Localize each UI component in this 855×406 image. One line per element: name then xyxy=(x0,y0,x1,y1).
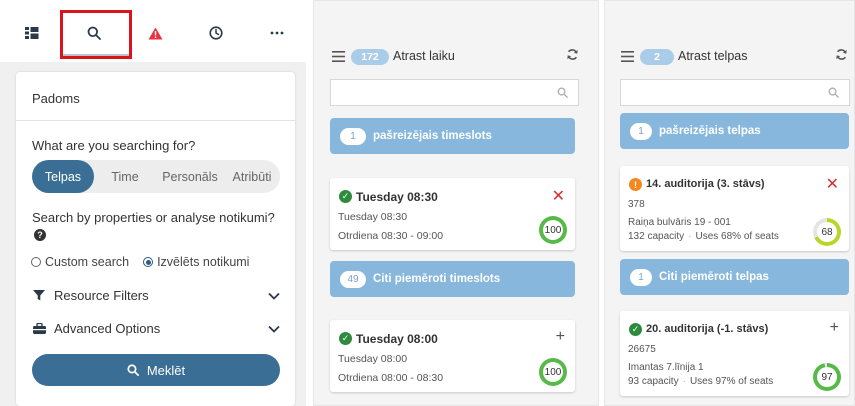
group-label: Citi piemēroti timeslots xyxy=(373,273,501,285)
add-button[interactable]: + xyxy=(830,319,839,337)
time-results-column: 172 Atrast laiku 1 pašreizējais timeslot… xyxy=(313,0,599,406)
timeslot-card[interactable]: ✓ Tuesday 08:30 ✕ Tuesday 08:30 Otrdiena… xyxy=(330,178,575,250)
room-results-column: 2 Atrast telpas 1 pašreizējais telpas ! … xyxy=(604,0,855,406)
search-type-question: What are you searching for? xyxy=(32,138,196,153)
room-capacity: 132 capacity xyxy=(628,231,685,242)
score-ring: 68 xyxy=(813,218,841,246)
selected-events-radio[interactable] xyxy=(143,257,154,267)
room-card[interactable]: ! 14. auditorija (3. stāvs) ✕ 378 Raiņa … xyxy=(620,166,849,251)
more-icon[interactable] xyxy=(263,20,291,46)
warning-icon: ! xyxy=(629,178,642,191)
other-timeslots-group[interactable]: 49 Citi piemēroti timeslots xyxy=(330,261,575,297)
room-code: 26675 xyxy=(628,344,656,355)
room-capacity: 93 capacity xyxy=(628,376,679,387)
card-title: 14. auditorija (3. stāvs) xyxy=(646,178,765,190)
menu-icon[interactable] xyxy=(621,49,634,67)
toolbox-icon xyxy=(32,322,46,334)
check-icon: ✓ xyxy=(339,332,352,345)
chevron-down-icon xyxy=(268,321,280,336)
search-type-personals[interactable]: Personāls xyxy=(156,160,224,193)
room-meta: 93 capacity · Uses 97% of seats xyxy=(628,376,774,387)
chevron-down-icon xyxy=(268,288,280,303)
card-time-range: Otrdiena 08:00 - 08:30 xyxy=(338,372,444,384)
resource-filters-label: Resource Filters xyxy=(54,287,149,303)
score-ring: 100 xyxy=(539,358,567,386)
card-subtitle: Tuesday 08:00 xyxy=(338,353,408,365)
card-title: 20. auditorija (-1. stāvs) xyxy=(646,323,769,335)
add-button[interactable]: + xyxy=(556,328,565,346)
current-timeslot-group[interactable]: 1 pašreizējais timeslots xyxy=(330,118,575,154)
timeslot-card[interactable]: ✓ Tuesday 08:00 + Tuesday 08:00 Otrdiena… xyxy=(330,320,575,392)
card-time-range: Otrdiena 08:30 - 09:00 xyxy=(338,230,444,242)
refresh-icon[interactable] xyxy=(566,48,579,66)
results-count-badge: 172 xyxy=(351,49,389,65)
clock-icon[interactable] xyxy=(202,20,230,46)
group-count-badge: 1 xyxy=(630,122,652,140)
advanced-options-label: Advanced Options xyxy=(54,320,161,336)
search-panel: Padoms What are you searching for? Telpa… xyxy=(16,72,295,406)
group-count-badge: 1 xyxy=(340,127,366,145)
active-tab-underline xyxy=(63,54,129,56)
search-type-atributi[interactable]: Atribūti xyxy=(224,160,280,193)
score-value: 97 xyxy=(817,367,837,387)
panel-divider xyxy=(16,120,295,121)
card-title: Tuesday 08:30 xyxy=(356,190,438,204)
filter-icon xyxy=(32,289,46,301)
menu-icon[interactable] xyxy=(332,49,345,67)
search-type-telpas[interactable]: Telpas xyxy=(32,160,94,193)
group-label: pašreizējais timeslots xyxy=(373,130,492,142)
score-ring: 97 xyxy=(813,363,841,391)
icon-toolbar xyxy=(0,0,306,62)
advanced-options-toggle[interactable]: Advanced Options xyxy=(32,317,280,339)
check-icon: ✓ xyxy=(629,323,642,336)
search-icon[interactable] xyxy=(80,20,108,46)
card-title: Tuesday 08:00 xyxy=(356,332,438,346)
room-filter-input[interactable] xyxy=(620,79,850,106)
grid-icon[interactable] xyxy=(18,20,46,46)
search-button[interactable]: Meklēt xyxy=(32,354,280,386)
search-icon xyxy=(828,87,839,98)
room-meta: 132 capacity · Uses 68% of seats xyxy=(628,231,779,242)
room-address: Raiņa bulvāris 19 - 001 xyxy=(628,217,731,228)
time-filter-input[interactable] xyxy=(330,79,579,106)
score-ring: 100 xyxy=(539,216,567,244)
group-label: Citi piemēroti telpas xyxy=(659,271,769,283)
search-type-selector: Telpas Time Personāls Atribūti xyxy=(32,160,280,193)
remove-button[interactable]: ✕ xyxy=(552,186,565,206)
panel-title: Padoms xyxy=(32,91,80,106)
score-value: 68 xyxy=(817,222,837,242)
selected-events-label[interactable]: Izvēlēts notikumi xyxy=(157,255,249,269)
group-label: pašreizējais telpas xyxy=(659,125,761,137)
room-address: Imantas 7.līnija 1 xyxy=(628,362,704,373)
resource-filters-toggle[interactable]: Resource Filters xyxy=(32,284,280,306)
remove-button[interactable]: ✕ xyxy=(826,174,839,194)
score-value: 100 xyxy=(543,220,563,240)
refresh-icon[interactable] xyxy=(835,48,848,66)
check-icon: ✓ xyxy=(339,190,352,203)
search-button-label: Meklēt xyxy=(146,362,186,378)
other-rooms-group[interactable]: 1 Citi piemēroti telpas xyxy=(620,259,849,295)
search-mode-radios: Custom search Izvēlēts notikumi xyxy=(31,255,263,269)
group-count-badge: 1 xyxy=(630,268,652,286)
search-icon xyxy=(557,87,568,98)
score-value: 100 xyxy=(543,362,563,382)
room-usage: Uses 97% of seats xyxy=(689,376,774,387)
search-icon xyxy=(127,364,139,376)
column-title: Atrast telpas xyxy=(678,49,748,63)
room-usage: Uses 68% of seats xyxy=(695,231,779,242)
current-room-group[interactable]: 1 pašreizējais telpas xyxy=(620,113,849,149)
room-code: 378 xyxy=(628,199,645,210)
card-subtitle: Tuesday 08:30 xyxy=(338,211,408,223)
results-count-badge: 2 xyxy=(640,49,674,65)
search-type-time[interactable]: Time xyxy=(94,160,156,193)
room-card[interactable]: ✓ 20. auditorija (-1. stāvs) + 26675 Ima… xyxy=(620,311,849,396)
custom-search-label[interactable]: Custom search xyxy=(45,255,129,269)
custom-search-radio[interactable] xyxy=(31,257,41,267)
search-sidebar: Padoms What are you searching for? Telpa… xyxy=(0,0,306,406)
search-mode-question: Search by properties or analyse notikumi… xyxy=(32,210,275,225)
warning-icon[interactable] xyxy=(141,20,169,46)
group-count-badge: 49 xyxy=(340,270,366,288)
column-title: Atrast laiku xyxy=(393,49,455,63)
help-icon[interactable]: ? xyxy=(34,229,46,241)
